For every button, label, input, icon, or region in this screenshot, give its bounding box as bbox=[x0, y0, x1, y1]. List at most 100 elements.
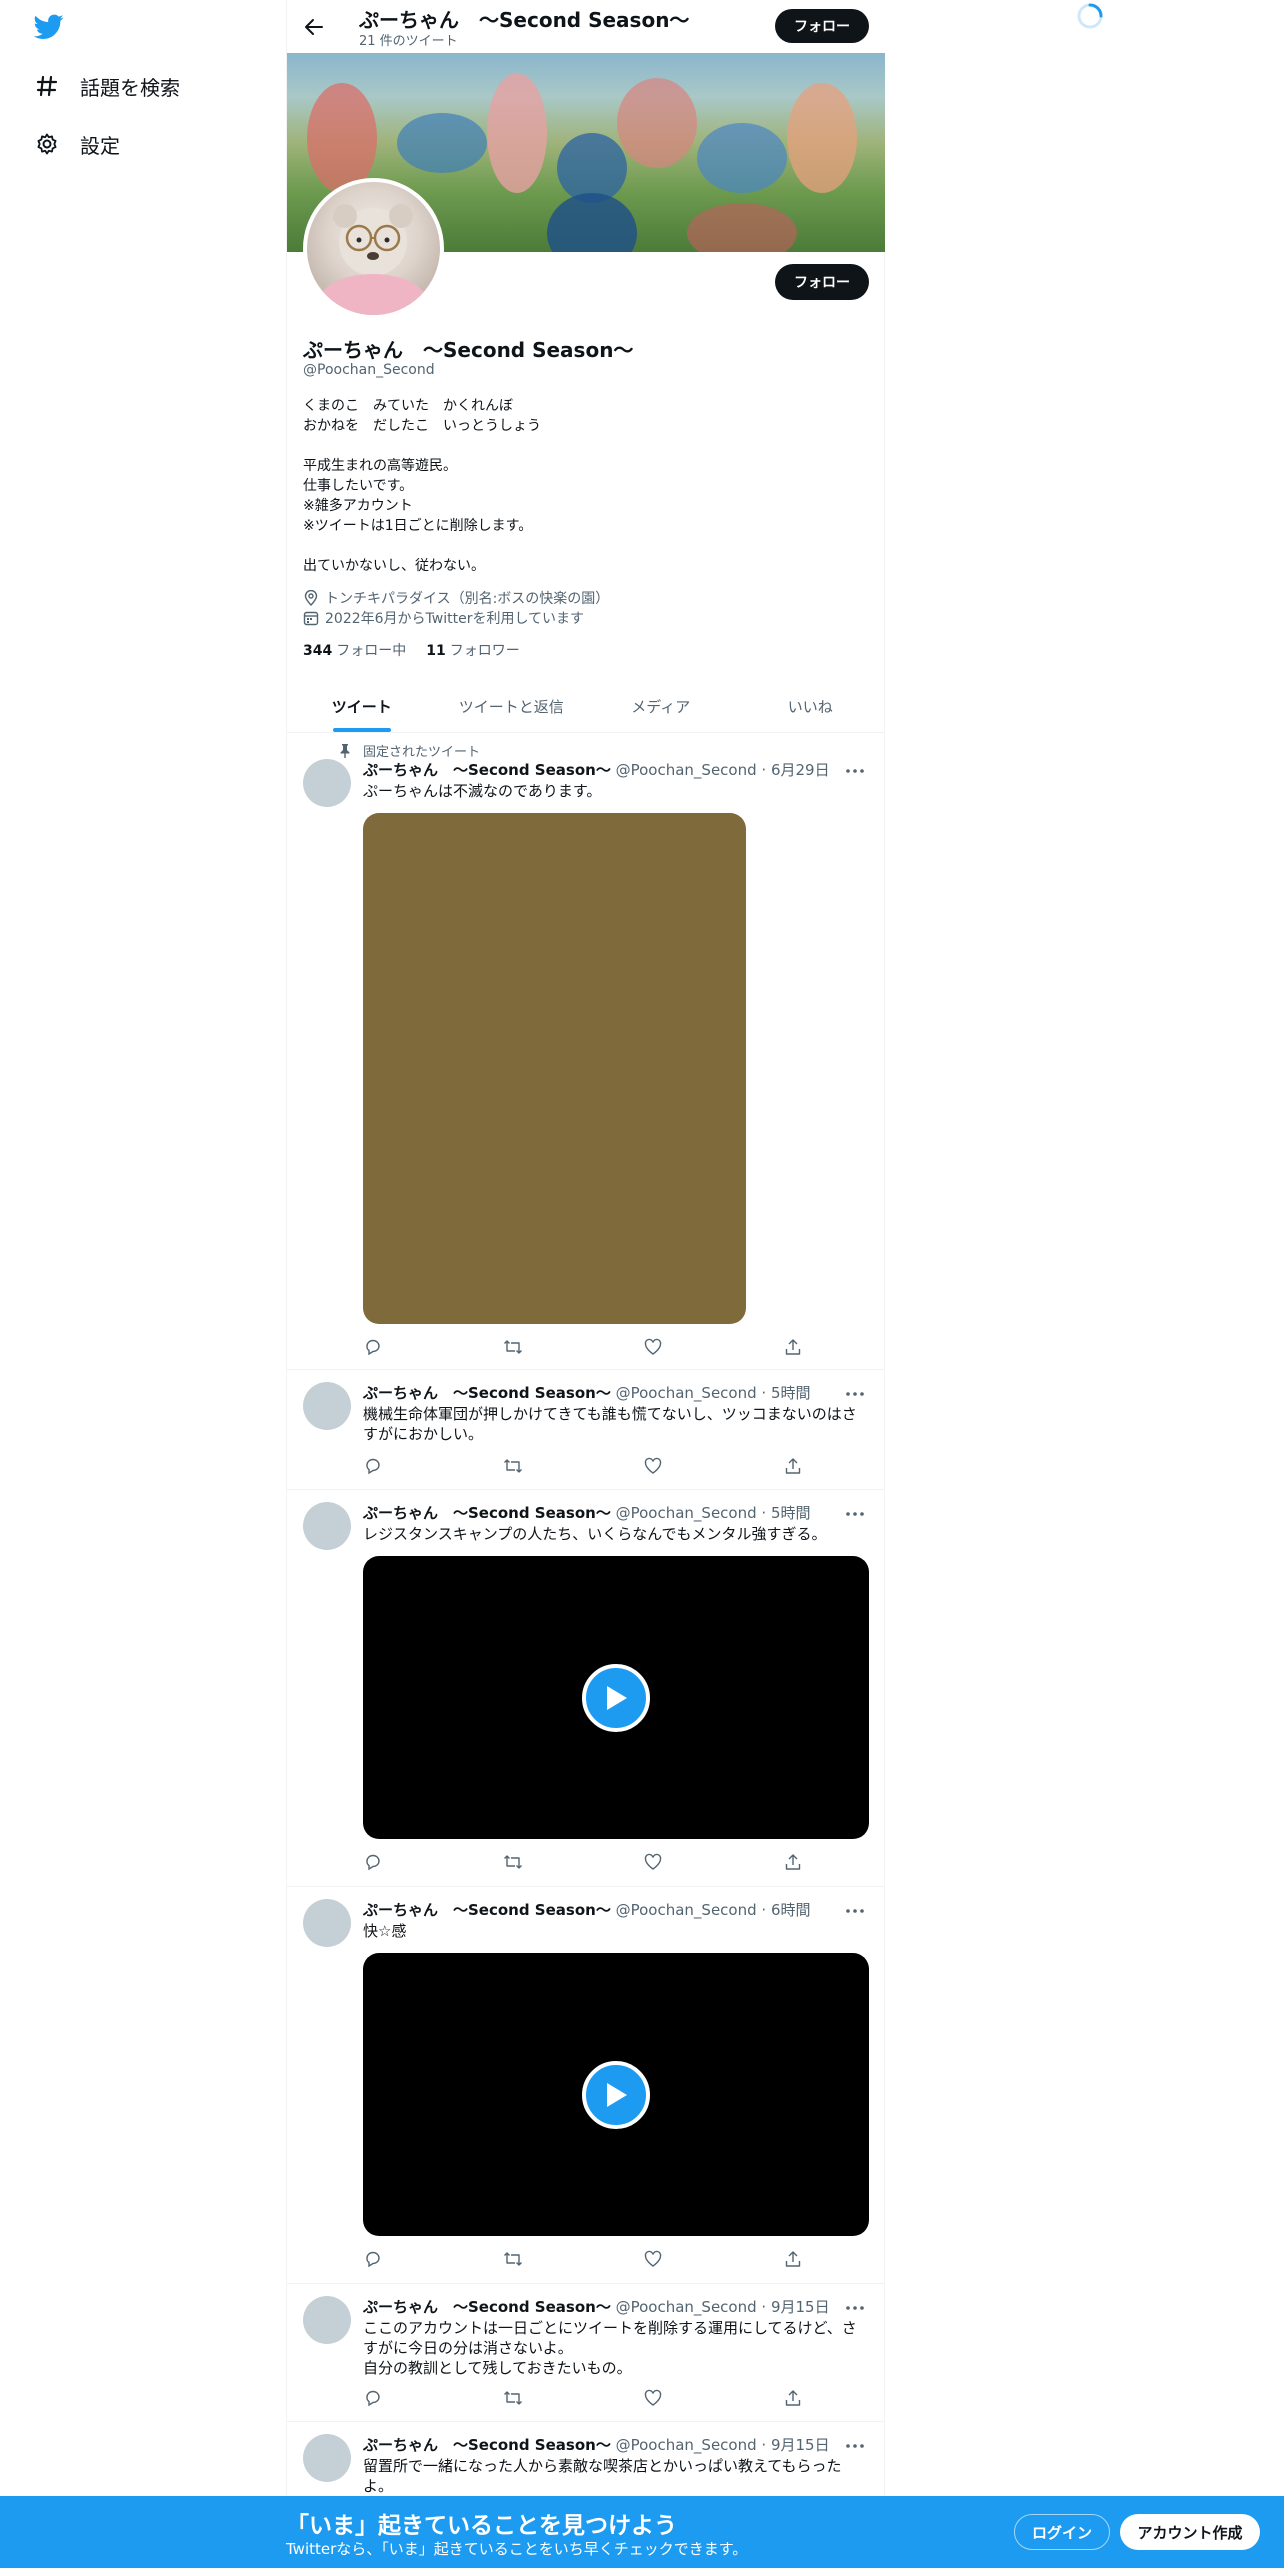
tab-tweets-and-replies[interactable]: ツイートと返信 bbox=[437, 680, 587, 732]
reply-icon[interactable] bbox=[363, 1456, 383, 1476]
tweet-actions bbox=[363, 1852, 803, 1872]
tweet-video[interactable] bbox=[363, 1953, 869, 2236]
tweet-author-name[interactable]: ぷーちゃん ～Second Season〜 bbox=[363, 2436, 611, 2454]
retweet-icon[interactable] bbox=[503, 1456, 523, 1476]
tab-media[interactable]: メディア bbox=[586, 680, 736, 732]
tweet-text: 快☆感 bbox=[363, 1922, 407, 1940]
avatar[interactable] bbox=[303, 2296, 351, 2344]
header-tweet-count: 21 件のツイート bbox=[359, 34, 458, 49]
profile-joined-text: 2022年6月からTwitterを利用しています bbox=[325, 611, 585, 627]
share-icon[interactable] bbox=[783, 1456, 803, 1476]
profile-display-name: ぷーちゃん ～Second Season〜 bbox=[303, 338, 634, 362]
profile-joined: 2022年6月からTwitterを利用しています bbox=[303, 608, 584, 628]
more-options-icon[interactable] bbox=[843, 761, 867, 781]
tweet-header: ぷーちゃん ～Second Season〜 @Poochan_Second · … bbox=[363, 2298, 830, 2316]
tweet-timestamp[interactable]: 9月15日 bbox=[771, 2436, 830, 2454]
share-icon[interactable] bbox=[783, 2249, 803, 2269]
profile-handle: @Poochan_Second bbox=[303, 362, 435, 378]
tweet-timestamp[interactable]: 9月15日 bbox=[771, 2298, 830, 2316]
tweet-timestamp[interactable]: 5時間 bbox=[771, 1504, 811, 1522]
reply-icon[interactable] bbox=[363, 1337, 383, 1357]
more-options-icon[interactable] bbox=[843, 1901, 867, 1921]
tweet-author-handle[interactable]: @Poochan_Second bbox=[616, 2436, 757, 2454]
tweet[interactable]: ぷーちゃん ～Second Season〜 @Poochan_Second · … bbox=[287, 1490, 885, 1887]
like-icon[interactable] bbox=[643, 2388, 663, 2408]
tweet-actions bbox=[363, 2388, 803, 2408]
tweet[interactable]: ぷーちゃん ～Second Season〜 @Poochan_Second · … bbox=[287, 1370, 885, 1490]
tweet-timestamp[interactable]: 6時間 bbox=[771, 1901, 811, 1919]
avatar[interactable] bbox=[303, 2434, 351, 2482]
tweet-author-handle[interactable]: @Poochan_Second bbox=[616, 761, 757, 779]
pin-icon bbox=[331, 743, 351, 758]
tweet-actions bbox=[363, 1337, 803, 1357]
profile-bio: くまのこ みていた かくれんぼ おかねを だしたこ いっとうしょう 平成生まれの… bbox=[303, 398, 541, 574]
tweet-author-name[interactable]: ぷーちゃん ～Second Season〜 bbox=[363, 1384, 611, 1402]
play-icon bbox=[607, 2082, 627, 2107]
arrow-left-icon bbox=[305, 19, 323, 35]
share-icon[interactable] bbox=[783, 1337, 803, 1357]
tweet-image[interactable] bbox=[363, 813, 746, 1324]
tweet[interactable]: ぷーちゃん ～Second Season〜 @Poochan_Second · … bbox=[287, 1887, 885, 2284]
share-icon[interactable] bbox=[783, 2388, 803, 2408]
tab-tweets[interactable]: ツイート bbox=[287, 680, 437, 732]
play-button[interactable] bbox=[582, 1663, 650, 1732]
play-button[interactable] bbox=[582, 2060, 650, 2129]
more-options-icon[interactable] bbox=[843, 1384, 867, 1404]
nav-settings[interactable]: 設定 bbox=[34, 124, 120, 164]
back-button[interactable] bbox=[299, 12, 329, 42]
tweet-author-handle[interactable]: @Poochan_Second bbox=[616, 1901, 757, 1919]
reply-icon[interactable] bbox=[363, 2249, 383, 2269]
like-icon[interactable] bbox=[643, 1456, 663, 1476]
twitter-logo-icon[interactable] bbox=[33, 14, 64, 40]
like-icon[interactable] bbox=[643, 2249, 663, 2269]
profile-location-text: トンチキパラダイス（別名:ボスの快楽の園） bbox=[325, 591, 610, 607]
followers-link[interactable]: 11 フォロワー bbox=[426, 640, 519, 660]
more-options-icon[interactable] bbox=[843, 2436, 867, 2456]
reply-icon[interactable] bbox=[363, 2388, 383, 2408]
tweet-actions bbox=[363, 2249, 803, 2269]
tweet-text: レジスタンスキャンプの人たち、いくらなんでもメンタル強すぎる。 bbox=[363, 1525, 827, 1543]
tweet-author-handle[interactable]: @Poochan_Second bbox=[616, 1504, 757, 1522]
avatar[interactable] bbox=[303, 1899, 351, 1947]
profile-avatar[interactable] bbox=[303, 178, 444, 319]
followers-count: 11 bbox=[426, 643, 446, 659]
header-follow-button[interactable]: フォロー bbox=[775, 9, 869, 43]
tweet-timestamp[interactable]: 5時間 bbox=[771, 1384, 811, 1402]
retweet-icon[interactable] bbox=[503, 1337, 523, 1357]
tweet-pinned[interactable]: 固定されたツイート ぷーちゃん ～Second Season〜 @Poochan… bbox=[287, 733, 885, 1370]
more-options-icon[interactable] bbox=[843, 1504, 867, 1524]
tweet-author-name[interactable]: ぷーちゃん ～Second Season〜 bbox=[363, 761, 611, 779]
following-link[interactable]: 344 フォロー中 bbox=[303, 640, 406, 660]
tweet-header: ぷーちゃん ～Second Season〜 @Poochan_Second · … bbox=[363, 1384, 811, 1402]
following-label: フォロー中 bbox=[336, 643, 407, 659]
nav-explore[interactable]: 話題を検索 bbox=[34, 66, 180, 106]
avatar[interactable] bbox=[303, 1502, 351, 1550]
left-nav: 話題を検索 設定 bbox=[0, 0, 286, 2568]
tweet-author-handle[interactable]: @Poochan_Second bbox=[616, 1384, 757, 1402]
header-display-name: ぷーちゃん ～Second Season〜 bbox=[359, 8, 690, 32]
login-button[interactable]: ログイン bbox=[1014, 2514, 1110, 2550]
like-icon[interactable] bbox=[643, 1852, 663, 1872]
tweet-text: ここのアカウントは一日ごとにツイートを削除する運用にしてるけど、さすがに今日の分… bbox=[363, 2319, 857, 2377]
like-icon[interactable] bbox=[643, 1337, 663, 1357]
profile-follow-button[interactable]: フォロー bbox=[775, 264, 869, 300]
more-options-icon[interactable] bbox=[843, 2298, 867, 2318]
tweet-video[interactable] bbox=[363, 1556, 869, 1839]
tweet-author-handle[interactable]: @Poochan_Second bbox=[616, 2298, 757, 2316]
tweet-timestamp[interactable]: 6月29日 bbox=[771, 761, 830, 779]
tweet-author-name[interactable]: ぷーちゃん ～Second Season〜 bbox=[363, 2298, 611, 2316]
signup-button[interactable]: アカウント作成 bbox=[1120, 2514, 1260, 2550]
share-icon[interactable] bbox=[783, 1852, 803, 1872]
retweet-icon[interactable] bbox=[503, 2249, 523, 2269]
avatar[interactable] bbox=[303, 1382, 351, 1430]
tweet-header: ぷーちゃん ～Second Season〜 @Poochan_Second · … bbox=[363, 2436, 830, 2454]
reply-icon[interactable] bbox=[363, 1852, 383, 1872]
tweet[interactable]: ぷーちゃん ～Second Season〜 @Poochan_Second · … bbox=[287, 2284, 885, 2422]
avatar[interactable] bbox=[303, 759, 351, 807]
tweet-author-name[interactable]: ぷーちゃん ～Second Season〜 bbox=[363, 1504, 611, 1522]
tab-likes[interactable]: いいね bbox=[736, 680, 886, 732]
retweet-icon[interactable] bbox=[503, 2388, 523, 2408]
tweet-author-name[interactable]: ぷーちゃん ～Second Season〜 bbox=[363, 1901, 611, 1919]
retweet-icon[interactable] bbox=[503, 1852, 523, 1872]
signup-banner-title: 「いま」起きていることを見つけよう bbox=[286, 2513, 677, 2539]
